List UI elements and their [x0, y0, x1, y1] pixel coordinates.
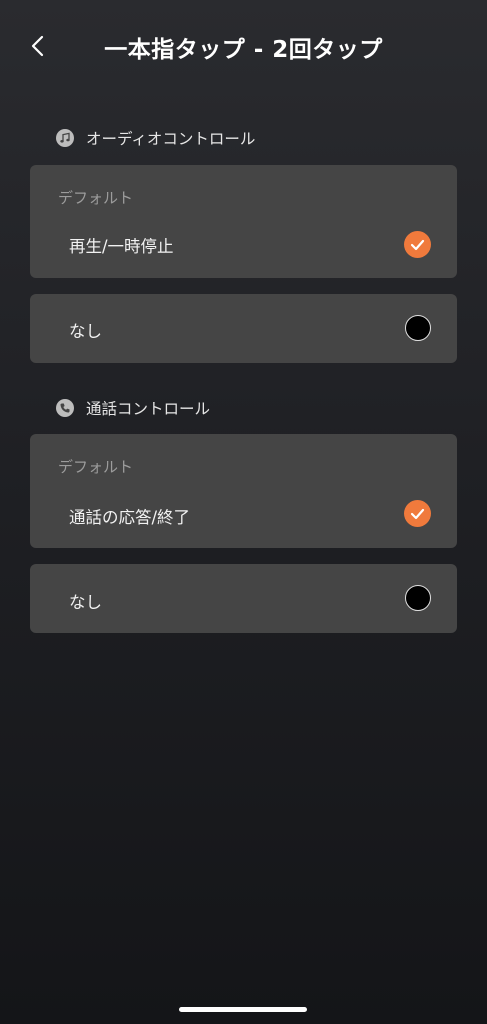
default-label: デフォルト — [58, 458, 134, 476]
default-label: デフォルト — [58, 189, 134, 207]
home-indicator[interactable] — [179, 1007, 307, 1012]
checkmark-icon[interactable] — [404, 500, 431, 527]
option-card-play-pause[interactable]: デフォルト 再生/一時停止 — [30, 165, 457, 278]
music-note-icon — [56, 129, 74, 147]
option-label-play-pause: 再生/一時停止 — [69, 237, 174, 256]
page-title: 一本指タップ - 2回タップ — [104, 37, 383, 63]
option-label-none: なし — [69, 593, 102, 612]
option-card-none-call[interactable]: なし — [30, 564, 457, 633]
checkmark-icon[interactable] — [404, 231, 431, 258]
option-label-answer-end: 通話の応答/終了 — [69, 508, 191, 527]
phone-icon — [56, 399, 74, 417]
radio-unselected-icon[interactable] — [405, 315, 431, 341]
section-label-audio: オーディオコントロール — [86, 130, 256, 148]
section-label-call: 通話コントロール — [86, 400, 211, 418]
header-bar: 一本指タップ - 2回タップ — [0, 0, 487, 94]
option-card-none-audio[interactable]: なし — [30, 294, 457, 363]
section-header-call: 通話コントロール — [56, 396, 210, 420]
radio-unselected-icon[interactable] — [405, 585, 431, 611]
option-label-none: なし — [69, 322, 102, 341]
option-card-answer-end[interactable]: デフォルト 通話の応答/終了 — [30, 434, 457, 548]
section-header-audio: オーディオコントロール — [56, 126, 255, 150]
